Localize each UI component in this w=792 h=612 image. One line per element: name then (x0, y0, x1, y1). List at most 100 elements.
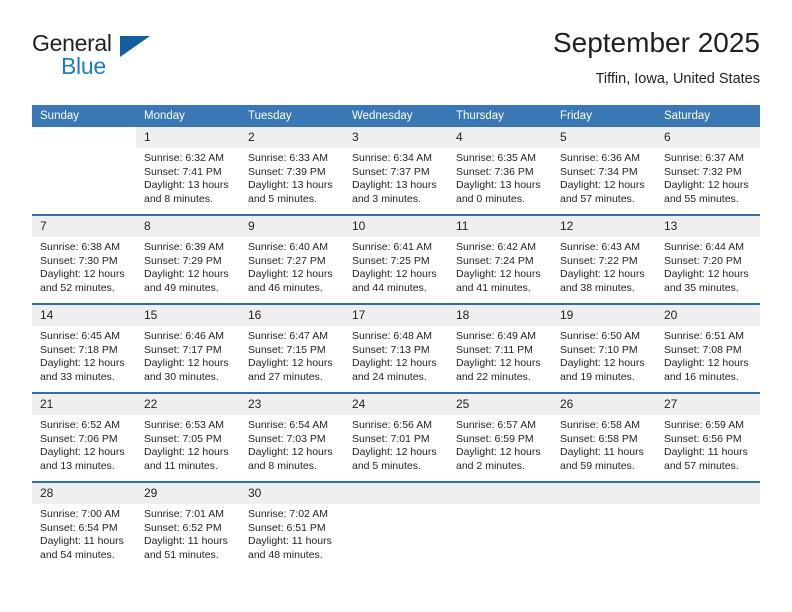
weekday-header-tuesday: Tuesday (240, 105, 344, 127)
daylight-duration-line2: and 3 minutes. (352, 192, 421, 205)
sunset-time: Sunset: 7:20 PM (664, 254, 742, 267)
sunrise-time: Sunrise: 6:46 AM (144, 330, 224, 342)
day-cell-8[interactable]: 8 Sunrise: 6:39 AM Sunset: 7:29 PM Daylight… (136, 214, 240, 304)
day-cell-inner: 23 Sunrise: 6:54 AM Sunset: 7:03 PM Dayligh… (240, 394, 344, 481)
daylight-duration-line1: Daylight: 12 hours (456, 357, 541, 370)
day-cell-4[interactable]: 4 Sunrise: 6:35 AM Sunset: 7:36 PM Daylight… (448, 127, 552, 215)
daylight-duration-line2: and 33 minutes. (40, 370, 115, 383)
daylight-duration-line2: and 41 minutes. (456, 281, 531, 294)
sunset-time: Sunset: 7:10 PM (560, 343, 638, 356)
day-number: 6 (656, 127, 760, 148)
brand-logo: General Blue (32, 30, 212, 90)
day-cell-21[interactable]: 21 Sunrise: 6:52 AM Sunset: 7:06 PM Dayligh… (32, 392, 136, 482)
day-cell-26[interactable]: 26 Sunrise: 6:58 AM Sunset: 6:58 PM Dayligh… (552, 392, 656, 482)
day-cell-24[interactable]: 24 Sunrise: 6:56 AM Sunset: 7:01 PM Dayligh… (344, 392, 448, 482)
day-cell-10[interactable]: 10 Sunrise: 6:41 AM Sunset: 7:25 PM Dayligh… (344, 214, 448, 304)
day-cell-30[interactable]: 30 Sunrise: 7:02 AM Sunset: 6:51 PM Dayligh… (240, 481, 344, 570)
day-cell-1[interactable]: 1 Sunrise: 6:32 AM Sunset: 7:41 PM Daylight… (136, 127, 240, 215)
day-cell-inner: 29 Sunrise: 7:01 AM Sunset: 6:52 PM Dayligh… (136, 483, 240, 570)
day-cell-9[interactable]: 9 Sunrise: 6:40 AM Sunset: 7:27 PM Daylight… (240, 214, 344, 304)
day-cell-12[interactable]: 12 Sunrise: 6:43 AM Sunset: 7:22 PM Dayligh… (552, 214, 656, 304)
day-cell-18[interactable]: 18 Sunrise: 6:49 AM Sunset: 7:11 PM Dayligh… (448, 303, 552, 393)
day-cell-27[interactable]: 27 Sunrise: 6:59 AM Sunset: 6:56 PM Dayligh… (656, 392, 760, 482)
day-cell-5[interactable]: 5 Sunrise: 6:36 AM Sunset: 7:34 PM Daylight… (552, 127, 656, 215)
daylight-duration-line1: Daylight: 12 hours (664, 357, 749, 370)
page-header: General Blue September 2025 Tiffin, Iowa… (32, 26, 760, 98)
day-number: 21 (32, 394, 136, 415)
day-cell-inner: 27 Sunrise: 6:59 AM Sunset: 6:56 PM Dayligh… (656, 394, 760, 481)
sunset-time: Sunset: 7:30 PM (40, 254, 118, 267)
day-cell-29[interactable]: 29 Sunrise: 7:01 AM Sunset: 6:52 PM Dayligh… (136, 481, 240, 570)
day-cell-28[interactable]: 28 Sunrise: 7:00 AM Sunset: 6:54 PM Dayligh… (32, 481, 136, 570)
day-number: 3 (344, 127, 448, 148)
daylight-duration-line2: and 48 minutes. (248, 548, 323, 561)
day-cell-25[interactable]: 25 Sunrise: 6:57 AM Sunset: 6:59 PM Dayligh… (448, 392, 552, 482)
sunset-time: Sunset: 7:06 PM (40, 432, 118, 445)
day-cell-16[interactable]: 16 Sunrise: 6:47 AM Sunset: 7:15 PM Dayligh… (240, 303, 344, 393)
day-cell-23[interactable]: 23 Sunrise: 6:54 AM Sunset: 7:03 PM Dayligh… (240, 392, 344, 482)
daylight-duration-line1: Daylight: 13 hours (456, 179, 541, 192)
day-cell-19[interactable]: 19 Sunrise: 6:50 AM Sunset: 7:10 PM Dayligh… (552, 303, 656, 393)
weekday-header-wednesday: Wednesday (344, 105, 448, 127)
day-number: 10 (344, 216, 448, 237)
day-cell-inner: 10 Sunrise: 6:41 AM Sunset: 7:25 PM Dayligh… (344, 216, 448, 303)
daylight-duration-line1: Daylight: 11 hours (664, 446, 748, 459)
day-cell-15[interactable]: 15 Sunrise: 6:46 AM Sunset: 7:17 PM Dayligh… (136, 303, 240, 393)
day-details: Sunrise: 6:59 AM Sunset: 6:56 PM Daylight:… (656, 415, 760, 473)
day-cell-inner: 14 Sunrise: 6:45 AM Sunset: 7:18 PM Dayligh… (32, 305, 136, 392)
day-cell-22[interactable]: 22 Sunrise: 6:53 AM Sunset: 7:05 PM Dayligh… (136, 392, 240, 482)
day-number: 17 (344, 305, 448, 326)
day-number: 11 (448, 216, 552, 237)
sunset-time: Sunset: 7:17 PM (144, 343, 222, 356)
day-cell-empty (448, 481, 552, 570)
day-cell-11[interactable]: 11 Sunrise: 6:42 AM Sunset: 7:24 PM Dayligh… (448, 214, 552, 304)
day-cell-inner (656, 483, 760, 570)
daylight-duration-line1: Daylight: 12 hours (144, 446, 229, 459)
daylight-duration-line1: Daylight: 12 hours (352, 268, 437, 281)
sunrise-time: Sunrise: 6:54 AM (248, 419, 328, 431)
day-cell-inner: 6 Sunrise: 6:37 AM Sunset: 7:32 PM Daylight… (656, 127, 760, 214)
day-cell-empty (32, 127, 136, 215)
day-cell-13[interactable]: 13 Sunrise: 6:44 AM Sunset: 7:20 PM Dayligh… (656, 214, 760, 304)
day-number: 16 (240, 305, 344, 326)
daylight-duration-line2: and 8 minutes. (248, 459, 317, 472)
sunrise-time: Sunrise: 6:33 AM (248, 152, 328, 164)
sunrise-time: Sunrise: 6:51 AM (664, 330, 744, 342)
sunset-time: Sunset: 7:18 PM (40, 343, 118, 356)
day-cell-6[interactable]: 6 Sunrise: 6:37 AM Sunset: 7:32 PM Daylight… (656, 127, 760, 215)
daylight-duration-line1: Daylight: 13 hours (352, 179, 437, 192)
sunrise-time: Sunrise: 6:44 AM (664, 241, 744, 253)
day-details: Sunrise: 6:47 AM Sunset: 7:15 PM Daylight:… (240, 326, 344, 384)
day-cell-empty (552, 481, 656, 570)
day-number: 1 (136, 127, 240, 148)
day-details: Sunrise: 7:00 AM Sunset: 6:54 PM Daylight:… (32, 504, 136, 562)
day-number (32, 127, 136, 148)
sunset-time: Sunset: 7:37 PM (352, 165, 430, 178)
day-number: 7 (32, 216, 136, 237)
day-cell-7[interactable]: 7 Sunrise: 6:38 AM Sunset: 7:30 PM Daylight… (32, 214, 136, 304)
daylight-duration-line2: and 46 minutes. (248, 281, 323, 294)
sunrise-time: Sunrise: 6:57 AM (456, 419, 536, 431)
day-cell-3[interactable]: 3 Sunrise: 6:34 AM Sunset: 7:37 PM Daylight… (344, 127, 448, 215)
daylight-duration-line2: and 19 minutes. (560, 370, 635, 383)
sunrise-time: Sunrise: 7:00 AM (40, 508, 120, 520)
day-details: Sunrise: 6:58 AM Sunset: 6:58 PM Daylight:… (552, 415, 656, 473)
sunset-time: Sunset: 7:29 PM (144, 254, 222, 267)
day-number: 25 (448, 394, 552, 415)
day-cell-17[interactable]: 17 Sunrise: 6:48 AM Sunset: 7:13 PM Dayligh… (344, 303, 448, 393)
day-cell-2[interactable]: 2 Sunrise: 6:33 AM Sunset: 7:39 PM Daylight… (240, 127, 344, 215)
daylight-duration-line2: and 30 minutes. (144, 370, 219, 383)
sunset-time: Sunset: 7:24 PM (456, 254, 534, 267)
sunrise-time: Sunrise: 6:42 AM (456, 241, 536, 253)
calendar-body: 1 Sunrise: 6:32 AM Sunset: 7:41 PM Daylight… (32, 127, 760, 570)
day-cell-20[interactable]: 20 Sunrise: 6:51 AM Sunset: 7:08 PM Dayligh… (656, 303, 760, 393)
day-details: Sunrise: 6:37 AM Sunset: 7:32 PM Daylight:… (656, 148, 760, 206)
day-cell-14[interactable]: 14 Sunrise: 6:45 AM Sunset: 7:18 PM Dayligh… (32, 303, 136, 393)
calendar-week-row: 7 Sunrise: 6:38 AM Sunset: 7:30 PM Daylight… (32, 214, 760, 304)
day-details: Sunrise: 6:49 AM Sunset: 7:11 PM Daylight:… (448, 326, 552, 384)
sunrise-time: Sunrise: 6:36 AM (560, 152, 640, 164)
day-number: 14 (32, 305, 136, 326)
daylight-duration-line2: and 0 minutes. (456, 192, 525, 205)
day-cell-inner: 20 Sunrise: 6:51 AM Sunset: 7:08 PM Dayligh… (656, 305, 760, 392)
day-cell-inner: 26 Sunrise: 6:58 AM Sunset: 6:58 PM Dayligh… (552, 394, 656, 481)
